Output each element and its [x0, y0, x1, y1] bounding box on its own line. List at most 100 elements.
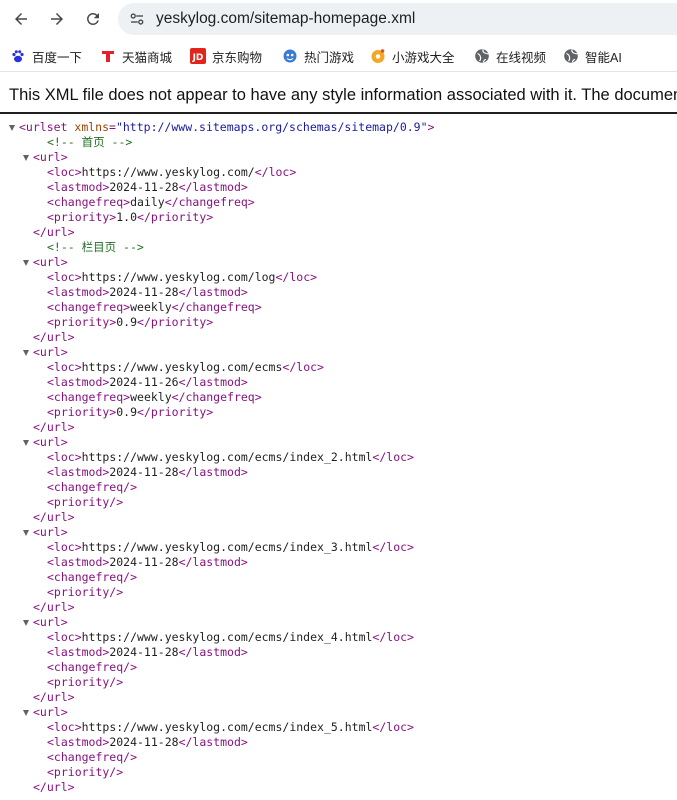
bookmark-label: 小游戏大全 — [392, 50, 455, 65]
xml-url-open: <url> — [33, 255, 68, 270]
xml-url-open: <url> — [33, 435, 68, 450]
collapse-triangle-icon[interactable] — [9, 125, 15, 131]
xml-lastmod-line: <lastmod>2024-11-28</lastmod> — [47, 465, 248, 480]
bookmark-tmall[interactable]: 天猫商城 — [100, 41, 172, 71]
xml-lastmod-value: 2024-11-26 — [109, 375, 179, 389]
xml-url-close: </url> — [33, 690, 75, 705]
xml-changefreq-line: <changefreq>weekly</changefreq> — [47, 390, 262, 405]
xml-tag: <lastmod> — [47, 465, 110, 479]
url-text[interactable]: yeskylog.com/sitemap-homepage.xml — [156, 3, 415, 35]
xml-priority-line: <priority>0.9</priority> — [47, 405, 213, 420]
xml-changefreq-line: <changefreq/> — [47, 480, 137, 495]
xml-lastmod-line: <lastmod>2024-11-28</lastmod> — [47, 555, 248, 570]
bookmark-mini-games[interactable]: 小游戏大全 — [370, 41, 455, 71]
xml-url-open: <url> — [33, 150, 68, 165]
xml-tag: <loc> — [47, 450, 82, 464]
bookmark-baidu[interactable]: 百度一下 — [10, 41, 82, 71]
collapse-triangle-icon[interactable] — [23, 620, 29, 626]
jd-icon: JD — [190, 48, 206, 64]
xml-changefreq-line: <changefreq>daily</changefreq> — [47, 195, 255, 210]
xml-lastmod-line: <lastmod>2024-11-28</lastmod> — [47, 735, 248, 750]
xml-comment: <!-- 栏目页 --> — [47, 240, 144, 254]
xml-loc-line: <loc>https://www.yeskylog.com/ecms/index… — [47, 720, 414, 735]
xml-lastmod-line: <lastmod>2024-11-28</lastmod> — [47, 285, 248, 300]
xml-tag: </lastmod> — [178, 375, 248, 389]
xml-tag: <url> — [33, 150, 68, 164]
bookmark-jd[interactable]: JD 京东购物 — [190, 41, 262, 71]
xml-tag: <loc> — [47, 540, 82, 554]
xml-lastmod-line: <lastmod>2024-11-28</lastmod> — [47, 645, 248, 660]
xml-loc-line: <loc>https://www.yeskylog.com/ecms</loc> — [47, 360, 324, 375]
xml-tag: <url> — [33, 345, 68, 359]
xml-changefreq-value: weekly — [130, 300, 172, 314]
back-button[interactable] — [6, 4, 36, 34]
xml-loc-line: <loc>https://www.yeskylog.com/</loc> — [47, 165, 296, 180]
svg-text:JD: JD — [192, 53, 204, 63]
xml-tag: <changefreq> — [47, 195, 131, 209]
xml-info-bar: This XML file does not appear to have an… — [0, 78, 677, 114]
mini-game-icon — [370, 48, 386, 64]
bookmark-label: 百度一下 — [32, 50, 83, 65]
address-bar[interactable]: yeskylog.com/sitemap-homepage.xml — [118, 3, 677, 35]
xml-tag: <lastmod> — [47, 375, 110, 389]
xml-priority-value: 1.0 — [116, 210, 138, 224]
collapse-triangle-icon[interactable] — [23, 260, 29, 266]
bookmarks-bar: 百度一下 天猫商城 JD 京东购物 热门游戏 小游戏大全 在线视频 智能AI — [0, 41, 677, 72]
xml-tag: <changefreq> — [47, 390, 131, 404]
xml-tag: </lastmod> — [178, 285, 248, 299]
xml-tag: <priority> — [47, 315, 117, 329]
collapse-triangle-icon[interactable] — [23, 155, 29, 161]
bookmark-smart-ai[interactable]: 智能AI — [563, 41, 622, 71]
xml-tag: </priority> — [137, 210, 214, 224]
xml-priority-value: 0.9 — [116, 405, 138, 419]
back-arrow-icon — [15, 13, 27, 25]
xml-changefreq-value: daily — [130, 195, 165, 209]
xml-tag: </url> — [33, 510, 75, 524]
xml-comment-line: <!-- 栏目页 --> — [47, 240, 144, 255]
xml-priority-line: <priority/> — [47, 675, 123, 690]
xml-tag: </url> — [33, 330, 75, 344]
bookmark-label: 智能AI — [585, 50, 622, 65]
xml-tag: <priority> — [47, 210, 117, 224]
xml-tag: </url> — [33, 780, 75, 794]
forward-arrow-icon — [51, 13, 63, 25]
xml-tag: </loc> — [372, 720, 414, 734]
xml-tag: <lastmod> — [47, 180, 110, 194]
xml-priority-line: <priority/> — [47, 585, 123, 600]
collapse-triangle-icon[interactable] — [23, 350, 29, 356]
xml-tag: <priority/> — [47, 495, 124, 509]
game-mascot-icon — [282, 48, 298, 64]
xml-tag: </changefreq> — [171, 390, 262, 404]
collapse-triangle-icon[interactable] — [23, 530, 29, 536]
bookmark-hot-games[interactable]: 热门游戏 — [282, 41, 354, 71]
xml-tag: <url> — [33, 705, 68, 719]
xml-tag: </loc> — [372, 450, 414, 464]
bookmark-label: 热门游戏 — [304, 50, 355, 65]
xml-priority-line: <priority/> — [47, 495, 123, 510]
browser-toolbar: yeskylog.com/sitemap-homepage.xml — [0, 0, 677, 38]
xml-info-message: This XML file does not appear to have an… — [9, 86, 677, 104]
xml-url-close: </url> — [33, 780, 75, 795]
collapse-triangle-icon[interactable] — [23, 440, 29, 446]
xml-url-close: </url> — [33, 225, 75, 240]
xml-tag: <changefreq/> — [47, 570, 138, 584]
xml-root-open: <urlset xmlns="http://www.sitemaps.org/s… — [19, 120, 434, 135]
globe-icon — [474, 48, 490, 64]
collapse-triangle-icon[interactable] — [23, 710, 29, 716]
xml-tag: <lastmod> — [47, 555, 110, 569]
forward-button[interactable] — [42, 4, 72, 34]
xml-tag: <loc> — [47, 630, 82, 644]
xml-loc-line: <loc>https://www.yeskylog.com/ecms/index… — [47, 450, 414, 465]
xml-url-open: <url> — [33, 615, 68, 630]
xml-tag: </url> — [33, 600, 75, 614]
reload-button[interactable] — [78, 4, 108, 34]
xml-loc-value: https://www.yeskylog.com/ecms/index_3.ht… — [81, 540, 373, 554]
xml-loc-value: https://www.yeskylog.com/log — [81, 270, 276, 284]
xml-tag: <url> — [33, 615, 68, 629]
site-settings-icon[interactable] — [128, 10, 146, 28]
bookmark-online-video[interactable]: 在线视频 — [474, 41, 546, 71]
xml-lastmod-value: 2024-11-28 — [109, 555, 179, 569]
xml-tag: </lastmod> — [178, 645, 248, 659]
xml-priority-line: <priority/> — [47, 765, 123, 780]
xml-changefreq-value: weekly — [130, 390, 172, 404]
